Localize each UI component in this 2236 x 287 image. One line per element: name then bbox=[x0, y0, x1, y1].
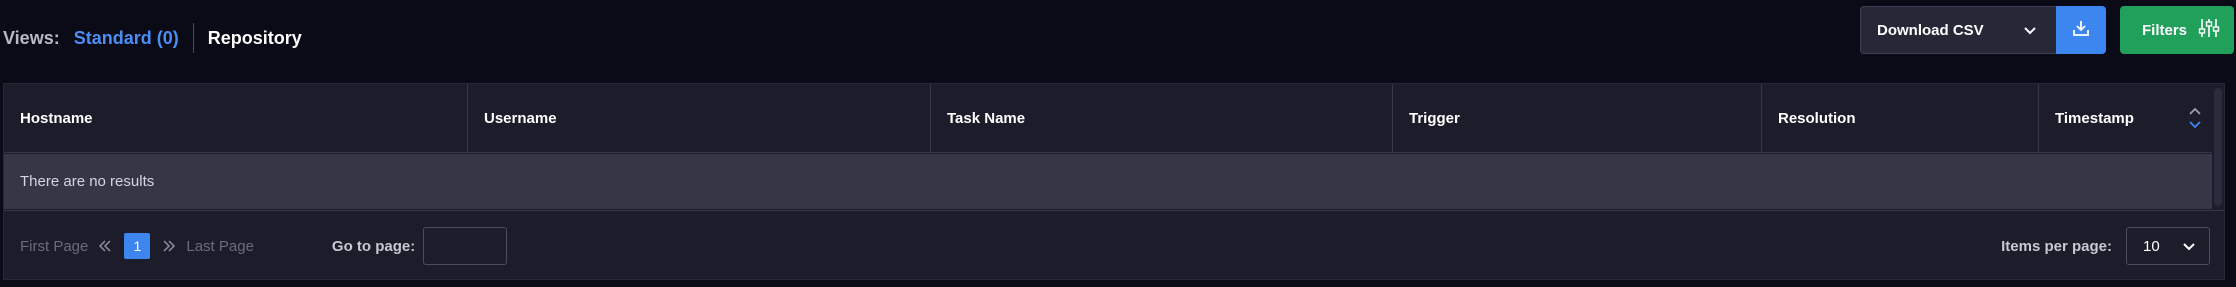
column-header-trigger[interactable]: Trigger bbox=[1393, 84, 1762, 153]
download-format-label: Download CSV bbox=[1877, 21, 1984, 39]
column-header-timestamp[interactable]: Timestamp bbox=[2039, 84, 2224, 153]
go-to-page-input[interactable] bbox=[423, 227, 508, 265]
column-header-hostname[interactable]: Hostname bbox=[4, 84, 468, 153]
table-scrollbar-thumb[interactable] bbox=[2214, 88, 2222, 206]
empty-results-row: There are no results bbox=[4, 154, 2212, 209]
views-switcher: Views: Standard (0) Repository bbox=[3, 23, 302, 53]
first-page-link[interactable]: First Page bbox=[20, 238, 88, 255]
sort-icon[interactable] bbox=[2188, 106, 2202, 134]
filters-button[interactable]: Filters bbox=[2120, 6, 2234, 54]
download-icon bbox=[2071, 18, 2091, 43]
filters-label: Filters bbox=[2142, 21, 2188, 39]
sliders-icon bbox=[2198, 17, 2220, 43]
table-footer: First Page 1 Last Page Go to page: Items… bbox=[4, 210, 2224, 280]
items-per-page-value: 10 bbox=[2143, 237, 2160, 255]
column-header-username[interactable]: Username bbox=[468, 84, 931, 153]
items-per-page: Items per page: 10 bbox=[2001, 211, 2210, 281]
last-page-link[interactable]: Last Page bbox=[186, 238, 254, 255]
items-per-page-select[interactable]: 10 bbox=[2126, 227, 2210, 265]
column-header-timestamp-label: Timestamp bbox=[2055, 110, 2134, 127]
chevron-down-icon bbox=[2024, 22, 2036, 39]
go-to-page-label: Go to page: bbox=[331, 237, 416, 255]
download-format-select[interactable]: Download CSV bbox=[1860, 6, 2056, 54]
top-bar: Views: Standard (0) Repository Download … bbox=[0, 0, 2236, 78]
items-per-page-label: Items per page: bbox=[2001, 237, 2112, 255]
pagination: First Page 1 Last Page Go to page: bbox=[20, 211, 508, 281]
column-header-resolution[interactable]: Resolution bbox=[1762, 84, 2039, 153]
chevron-down-icon bbox=[2183, 238, 2195, 255]
double-chevron-left-icon[interactable] bbox=[98, 239, 112, 253]
views-divider bbox=[192, 23, 194, 53]
download-button[interactable] bbox=[2056, 6, 2106, 54]
results-table: Hostname Username Task Name Trigger Reso… bbox=[3, 83, 2225, 280]
view-repository-link[interactable]: Repository bbox=[208, 28, 302, 49]
column-header-task-name[interactable]: Task Name bbox=[931, 84, 1393, 153]
download-csv-group: Download CSV bbox=[1860, 6, 2106, 54]
views-label: Views: bbox=[3, 27, 60, 48]
table-scrollbar[interactable] bbox=[2212, 84, 2224, 210]
view-standard-link[interactable]: Standard (0) bbox=[74, 28, 179, 49]
table-header: Hostname Username Task Name Trigger Reso… bbox=[4, 84, 2224, 153]
double-chevron-right-icon[interactable] bbox=[162, 239, 176, 253]
page-number-current[interactable]: 1 bbox=[124, 233, 151, 259]
